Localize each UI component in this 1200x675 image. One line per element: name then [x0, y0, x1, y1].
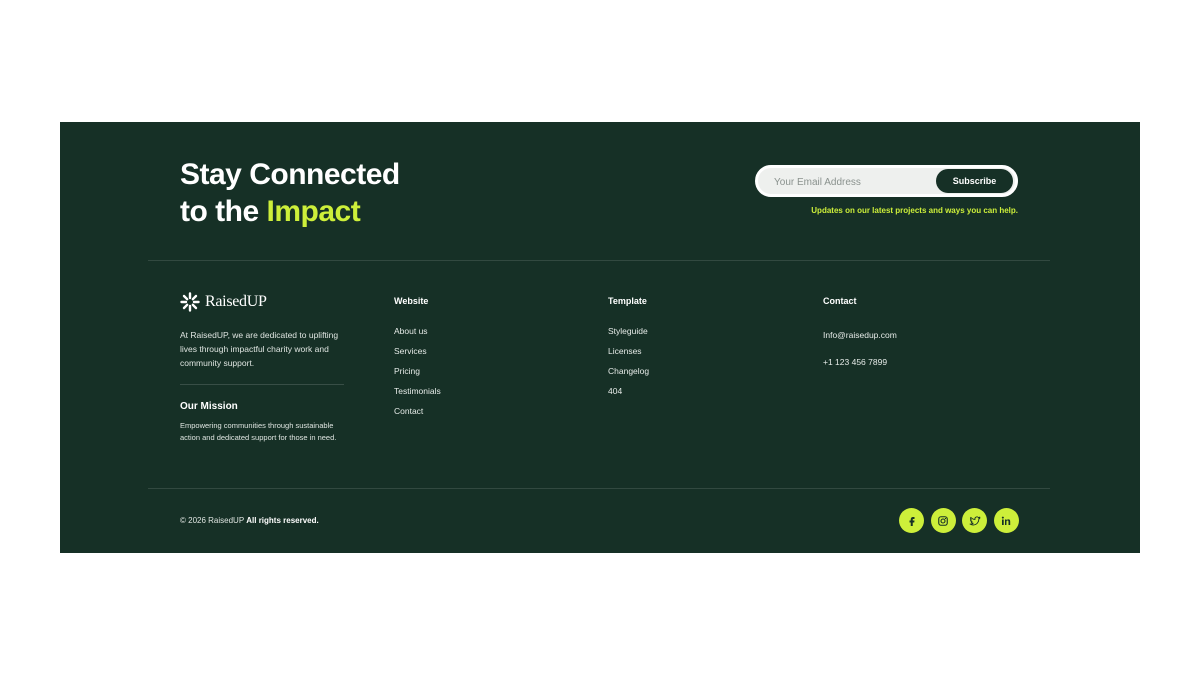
brand-name: RaisedUP [205, 293, 267, 310]
link-about-us[interactable]: About us [394, 326, 441, 336]
website-column-title: Website [394, 296, 429, 306]
linkedin-icon [1001, 516, 1011, 525]
link-services[interactable]: Services [394, 346, 441, 356]
copyright-bold: All rights reserved. [246, 516, 319, 525]
mission-text: Empowering communities through sustainab… [180, 421, 337, 442]
website-column: Website About us Services Pricing Testim… [394, 296, 441, 426]
about-divider [180, 384, 344, 385]
link-styleguide[interactable]: Styleguide [608, 326, 649, 336]
copyright: © 2026 RaisedUP All rights reserved. [180, 516, 319, 525]
social-links [899, 508, 1025, 533]
link-changelog[interactable]: Changelog [608, 366, 649, 376]
section-divider [148, 260, 1050, 261]
linkedin-button[interactable] [993, 508, 1019, 533]
footer: Stay Connected to the Impact Subscribe U… [60, 122, 1140, 553]
about-text: At RaisedUP, we are dedicated to uplifti… [180, 330, 339, 368]
link-testimonials[interactable]: Testimonials [394, 386, 441, 396]
twitter-icon [969, 515, 980, 525]
instagram-button[interactable] [930, 508, 956, 533]
subscribe-button[interactable]: Subscribe [936, 169, 1013, 193]
instagram-icon [938, 515, 948, 526]
sunburst-logo-icon [180, 292, 200, 312]
link-contact[interactable]: Contact [394, 406, 441, 416]
contact-phone-link[interactable]: +1 123 456 7899 [823, 357, 897, 367]
link-licenses[interactable]: Licenses [608, 346, 649, 356]
copyright-prefix: © 2026 RaisedUP [180, 516, 245, 525]
contact-column-title: Contact [823, 296, 857, 306]
template-column: Template Styleguide Licenses Changelog 4… [608, 296, 649, 406]
contact-column: Contact Info@raisedup.com +1 123 456 789… [823, 296, 897, 384]
facebook-icon [909, 516, 914, 526]
brand-logo[interactable]: RaisedUP [180, 292, 267, 312]
mission-title: Our Mission [180, 401, 238, 412]
contact-email-link[interactable]: Info@raisedup.com [823, 330, 897, 340]
bottom-divider [148, 488, 1050, 489]
link-pricing[interactable]: Pricing [394, 366, 441, 376]
email-input[interactable] [772, 168, 936, 196]
newsletter-headline: Stay Connected to the Impact [180, 156, 400, 230]
subscribe-note: Updates on our latest projects and ways … [811, 206, 1018, 215]
link-404[interactable]: 404 [608, 386, 649, 396]
template-column-title: Template [608, 296, 647, 306]
facebook-button[interactable] [899, 508, 924, 533]
headline-line-1: Stay Connected [180, 158, 400, 191]
twitter-button[interactable] [962, 508, 987, 533]
subscribe-form: Subscribe [755, 165, 1018, 197]
headline-accent: Impact [266, 195, 361, 228]
headline-line-2-prefix: to the [180, 195, 267, 228]
